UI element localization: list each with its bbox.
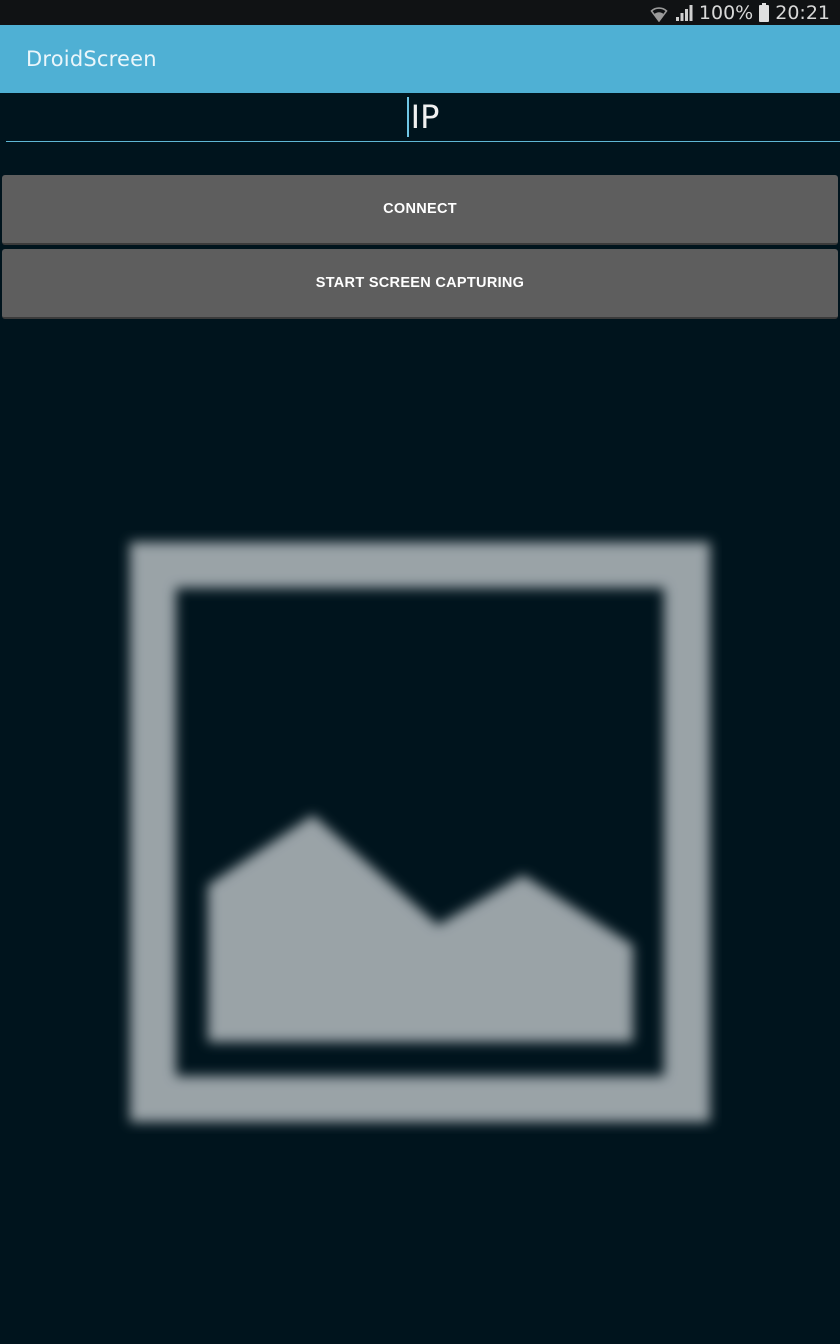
start-screen-capturing-button[interactable]: START SCREEN CAPTURING: [2, 249, 838, 319]
status-bar: 100% 20:21: [0, 0, 840, 25]
connect-button[interactable]: CONNECT: [2, 175, 838, 245]
app-title: DroidScreen: [26, 47, 157, 71]
image-placeholder-icon: [118, 530, 722, 1134]
text-cursor: [406, 97, 409, 137]
clock: 20:21: [775, 1, 830, 24]
signal-icon: [675, 4, 693, 22]
wifi-icon: [649, 4, 669, 22]
ip-input[interactable]: IP: [6, 93, 840, 142]
ip-input-value: IP: [410, 98, 440, 136]
action-bar: DroidScreen: [0, 25, 840, 93]
app-screen: 100% 20:21 DroidScreen IP CONNECT START …: [0, 0, 840, 1344]
battery-percent: 100%: [698, 1, 754, 24]
battery-icon: [759, 3, 770, 22]
